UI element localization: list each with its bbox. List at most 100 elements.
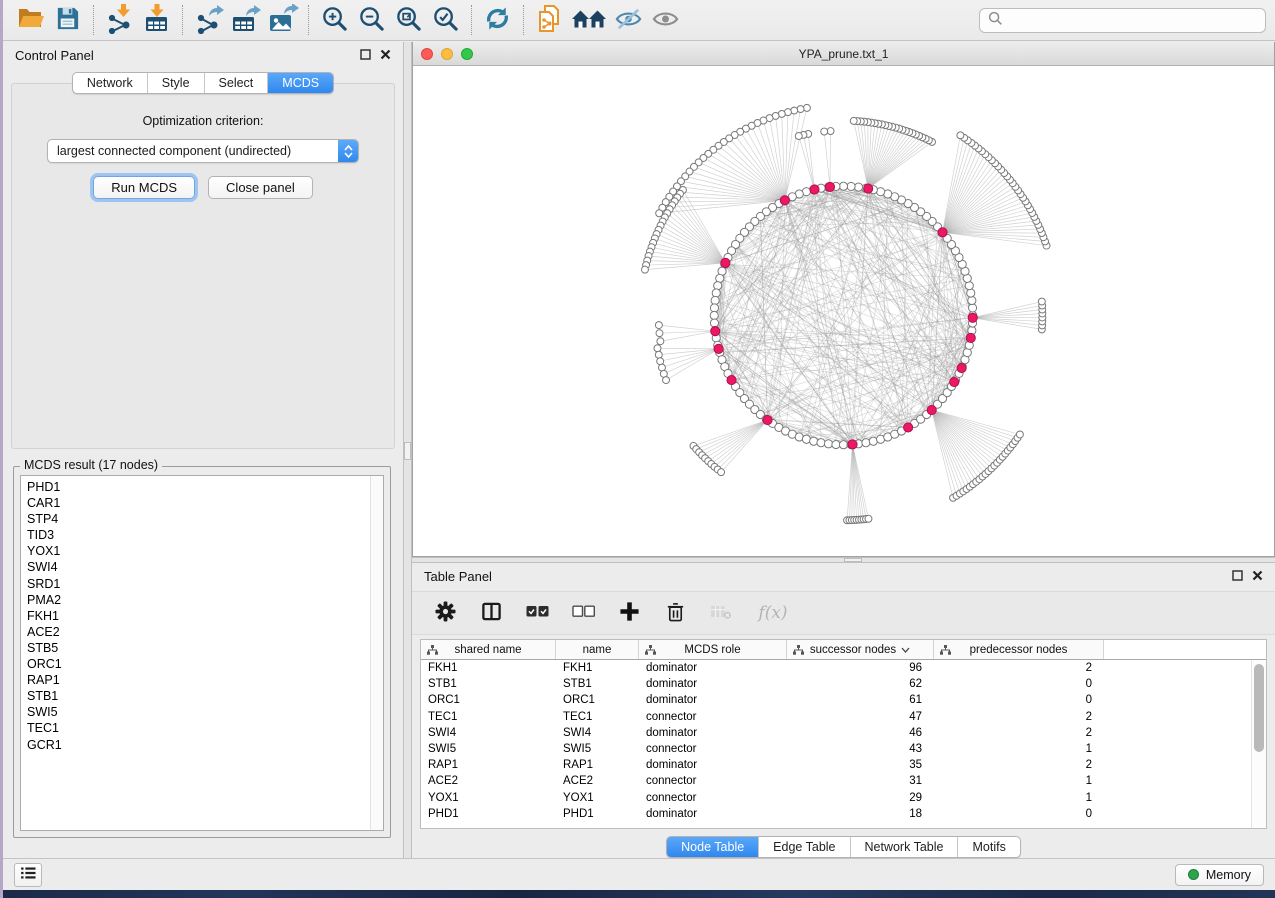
table-row[interactable]: FKH1FKH1dominator962 [421,660,1251,676]
maximize-window-icon[interactable] [461,48,473,60]
zoom-selected-button[interactable] [427,3,464,37]
column-header-successor-nodes[interactable]: successor nodes [787,640,934,659]
mcds-hub-node[interactable] [711,327,720,336]
mcds-result-item[interactable]: TEC1 [27,720,370,736]
import-table-button[interactable] [138,3,175,37]
mcds-result-item[interactable]: STP4 [27,511,370,527]
network-canvas[interactable] [413,66,1274,556]
sort-desc-icon[interactable] [901,644,910,656]
mcds-hub-node[interactable] [938,228,947,237]
mcds-result-item[interactable]: STB1 [27,688,370,704]
mcds-hub-node[interactable] [927,405,936,414]
tab-network-table[interactable]: Network Table [851,837,959,857]
memory-button[interactable]: Memory [1175,864,1264,886]
tab-select[interactable]: Select [205,73,269,93]
mcds-result-item[interactable]: ORC1 [27,656,370,672]
zoom-fit-button[interactable] [390,3,427,37]
float-panel-icon[interactable] [1232,569,1243,584]
clone-network-button[interactable] [531,3,568,37]
deselect-all-columns-button[interactable] [570,600,596,626]
mcds-result-item[interactable]: STB5 [27,640,370,656]
column-header-name[interactable]: name [556,640,639,659]
column-header-MCDS-role[interactable]: MCDS role [639,640,787,659]
scrollbar-thumb[interactable] [1254,664,1264,752]
tab-node-table[interactable]: Node Table [667,837,759,857]
mcds-result-item[interactable]: CAR1 [27,495,370,511]
mcds-result-item[interactable]: GCR1 [27,737,370,753]
mcds-result-item[interactable]: PHD1 [27,479,370,495]
criterion-select[interactable]: largest connected component (undirected) [47,139,359,163]
table-row[interactable]: SWI5SWI5connector431 [421,741,1251,757]
table-row[interactable]: RAP1RAP1dominator352 [421,757,1251,773]
tab-mcds[interactable]: MCDS [268,73,333,93]
mcds-result-item[interactable]: RAP1 [27,672,370,688]
mcds-hub-node[interactable] [968,313,977,322]
search-input[interactable] [1009,13,1257,27]
mcds-hub-node[interactable] [721,258,730,267]
table-row[interactable]: TEC1TEC1connector472 [421,709,1251,725]
add-column-button[interactable] [616,600,642,626]
table-row[interactable]: ORC1ORC1dominator610 [421,692,1251,708]
export-network-button[interactable] [190,3,227,37]
column-header-shared-name[interactable]: shared name [421,640,556,659]
save-session-button[interactable] [49,3,86,37]
open-file-button[interactable] [12,3,49,37]
apply-layout-button[interactable] [479,3,516,37]
close-panel-button[interactable]: Close panel [208,176,313,199]
zoom-in-button[interactable] [316,3,353,37]
global-search-field[interactable] [979,8,1266,33]
table-row[interactable]: YOX1YOX1connector291 [421,790,1251,806]
float-panel-icon[interactable] [360,48,371,63]
splitter-grip[interactable] [844,558,862,562]
column-header-predecessor-nodes[interactable]: predecessor nodes [934,640,1104,659]
mcds-result-item[interactable]: SWI5 [27,704,370,720]
mcds-list-scrollbar[interactable] [370,476,383,830]
mcds-result-item[interactable]: FKH1 [27,608,370,624]
mcds-result-list[interactable]: PHD1CAR1STP4TID3YOX1SWI4SRD1PMA2FKH1ACE2… [20,475,384,831]
show-task-history-button[interactable] [14,863,42,887]
hide-selected-button[interactable] [610,3,647,37]
tab-style[interactable]: Style [148,73,205,93]
table-row[interactable]: STB1STB1dominator620 [421,676,1251,692]
mcds-result-item[interactable]: YOX1 [27,543,370,559]
delete-column-button[interactable] [662,600,688,626]
show-all-button[interactable] [647,3,684,37]
mcds-hub-node[interactable] [950,378,959,387]
table-scrollbar[interactable] [1251,660,1266,828]
mcds-hub-node[interactable] [904,423,913,432]
mcds-hub-node[interactable] [957,363,966,372]
mcds-hub-node[interactable] [780,196,789,205]
table-row[interactable]: PHD1PHD1dominator180 [421,806,1251,822]
close-window-icon[interactable] [421,48,433,60]
mcds-hub-node[interactable] [825,182,834,191]
export-image-button[interactable] [264,3,301,37]
import-network-button[interactable] [101,3,138,37]
mcds-result-item[interactable]: PMA2 [27,592,370,608]
first-neighbors-button[interactable] [568,3,610,37]
close-panel-icon[interactable] [380,48,391,63]
tab-network[interactable]: Network [73,73,148,93]
minimize-window-icon[interactable] [441,48,453,60]
mcds-hub-node[interactable] [848,440,857,449]
export-table-button[interactable] [227,3,264,37]
mcds-result-item[interactable]: ACE2 [27,624,370,640]
zoom-out-button[interactable] [353,3,390,37]
show-column-panel-button[interactable] [478,600,504,626]
close-panel-icon[interactable] [1252,569,1263,584]
table-row[interactable]: ACE2ACE2connector311 [421,773,1251,789]
mcds-result-item[interactable]: SWI4 [27,559,370,575]
mcds-hub-node[interactable] [714,344,723,353]
mcds-hub-node[interactable] [966,333,975,342]
vertical-splitter[interactable] [403,42,412,858]
mcds-hub-node[interactable] [864,184,873,193]
mcds-hub-node[interactable] [810,185,819,194]
mcds-result-item[interactable]: TID3 [27,527,370,543]
tab-motifs[interactable]: Motifs [958,837,1019,857]
select-all-columns-button[interactable] [524,600,550,626]
mcds-hub-node[interactable] [727,376,736,385]
table-row[interactable]: SWI4SWI4dominator462 [421,725,1251,741]
tab-edge-table[interactable]: Edge Table [759,837,850,857]
table-settings-button[interactable] [432,600,458,626]
splitter-grip[interactable] [404,442,411,460]
mcds-hub-node[interactable] [763,415,772,424]
